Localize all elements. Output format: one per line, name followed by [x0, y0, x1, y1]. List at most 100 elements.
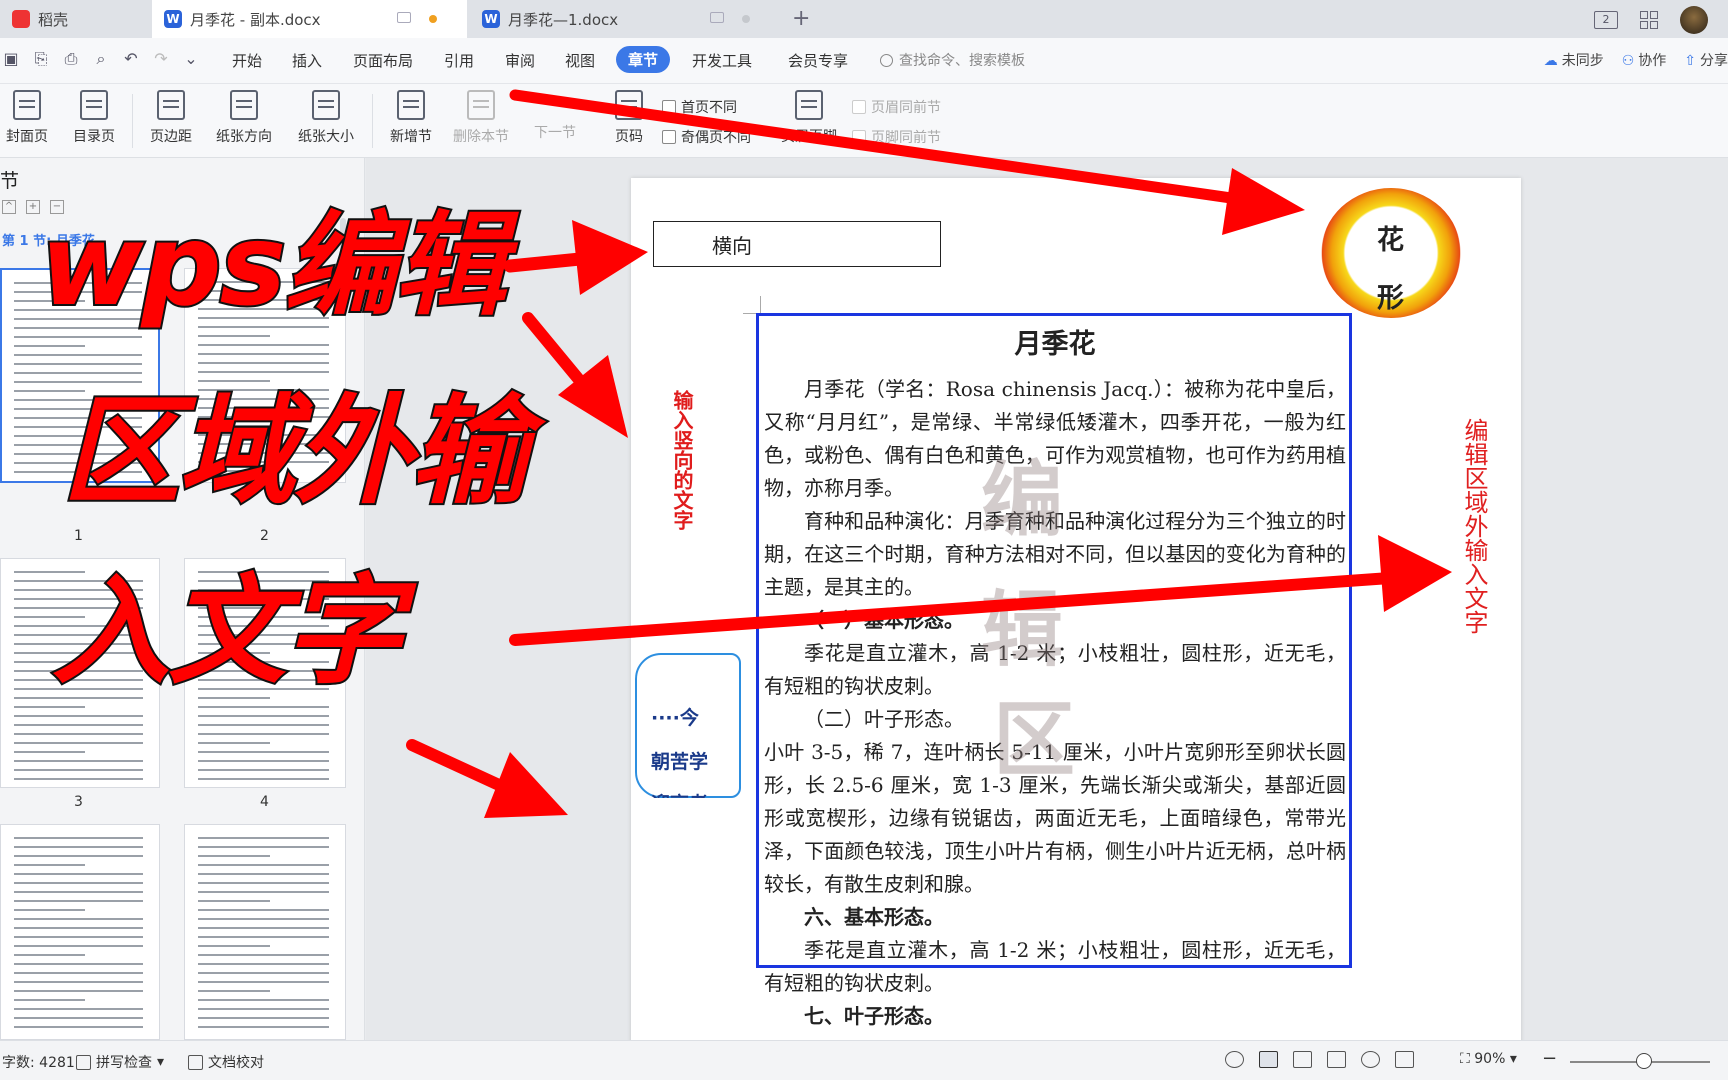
menu-page-layout[interactable]: 页面布局	[353, 50, 413, 71]
thumbnail-text-line	[13, 846, 144, 848]
thumbnail-text-line	[197, 760, 329, 762]
menu-insert[interactable]: 插入	[292, 50, 322, 71]
checkbox-icon	[662, 100, 676, 114]
menu-developer[interactable]: 开发工具	[692, 50, 752, 71]
thumbnail-text-line	[13, 918, 144, 920]
thumbnail-text-line	[13, 963, 144, 965]
margin-button[interactable]: 页边距	[142, 90, 200, 146]
cover-page-icon	[13, 90, 41, 120]
tab-document-copy[interactable]: W 月季花 - 副本.docx	[152, 0, 467, 38]
save-icon[interactable]: ▣	[2, 50, 20, 68]
zoom-dropdown[interactable]: ⛶ 90% ▾	[1460, 1051, 1517, 1067]
delete-section-button[interactable]: 删除本节	[448, 90, 514, 146]
tab-document-1[interactable]: W 月季花—1.docx	[470, 0, 780, 38]
flower-badge[interactable]: 花 形	[1311, 188, 1461, 318]
tab-daoke[interactable]: 稻壳	[0, 0, 152, 38]
watermark-char-2: 辑	[981, 582, 1064, 678]
toc-page-button[interactable]: 目录页	[64, 90, 124, 146]
new-tab-plus-icon[interactable]: +	[792, 6, 810, 31]
thumbnail-text-line	[197, 954, 329, 956]
new-section-button[interactable]: 新增节	[382, 90, 440, 146]
status-bar: 字数: 4281 拼写检查 ▾ 文档校对 ⛶ 90% ▾ −	[0, 1040, 1728, 1080]
thumbnail-text-line	[197, 769, 329, 771]
thumbnail-text-line	[197, 751, 329, 753]
thumbnail-text-line	[13, 891, 144, 893]
menu-review[interactable]: 审阅	[505, 50, 535, 71]
share-label: 分享	[1700, 53, 1728, 69]
web-view-icon[interactable]	[1361, 1051, 1380, 1068]
spell-check-button[interactable]: 拼写检查 ▾	[76, 1052, 164, 1072]
word-count[interactable]: 字数: 4281	[2, 1052, 75, 1072]
vertical-text-box-right[interactable]: 编辑区域外输入文字	[1459, 418, 1489, 634]
word-doc-icon: W	[164, 10, 182, 28]
apps-grid-icon[interactable]	[1640, 11, 1658, 29]
export-icon[interactable]: ⎘	[32, 50, 50, 68]
menu-section[interactable]: 章节	[616, 46, 671, 73]
menu-member[interactable]: 会员专享	[788, 50, 848, 71]
proofread-button[interactable]: 文档校对	[188, 1052, 264, 1072]
footer-same-as-previous-checkbox[interactable]: 页脚同前节	[852, 127, 941, 147]
thumbnail-text-line	[13, 990, 144, 992]
thumbnail-text-line	[197, 945, 270, 947]
collapse-icon[interactable]: ^	[2, 200, 16, 214]
horizontal-text-box[interactable]: 横向	[653, 221, 941, 267]
page-thumbnail-6[interactable]	[184, 824, 346, 1040]
thumbnail-text-line	[13, 837, 144, 839]
redo-icon[interactable]: ↷	[152, 50, 170, 68]
print-icon[interactable]: ⎙	[62, 50, 80, 68]
first-page-different-checkbox[interactable]: 首页不同	[662, 97, 737, 117]
eye-protection-icon[interactable]	[1225, 1051, 1244, 1068]
add-section-icon[interactable]: +	[26, 200, 40, 214]
page-number-icon	[615, 90, 643, 120]
page-number-button[interactable]: 页码	[606, 90, 652, 146]
menu-start[interactable]: 开始	[232, 50, 262, 71]
reading-view-icon[interactable]	[1327, 1051, 1346, 1068]
thumbnail-text-line	[13, 954, 85, 956]
page-view-icon[interactable]	[1259, 1051, 1278, 1068]
outline-view-icon[interactable]	[1293, 1051, 1312, 1068]
menu-references[interactable]: 引用	[444, 50, 474, 71]
command-search[interactable]: 查找命令、搜索模板	[880, 50, 1025, 70]
header-same-label: 页眉同前节	[871, 100, 941, 116]
collaborate-button[interactable]: ⚇ 协作	[1622, 50, 1667, 70]
thumbnail-text-line	[13, 1008, 144, 1010]
thumbnail-text-line	[197, 1008, 329, 1010]
thumbnail-text-line	[13, 769, 144, 771]
page-thumbnail-5[interactable]	[0, 824, 160, 1040]
paper-size-button[interactable]: 纸张大小	[290, 90, 362, 146]
zoom-slider-handle[interactable]	[1636, 1053, 1652, 1069]
header-footer-button[interactable]: 页眉页脚	[776, 90, 842, 146]
header-same-as-previous-checkbox[interactable]: 页眉同前节	[852, 97, 941, 117]
odd-even-different-label: 奇偶页不同	[681, 130, 751, 146]
zoom-out-icon[interactable]: −	[1542, 1048, 1557, 1069]
write-mode-icon[interactable]	[1395, 1051, 1414, 1068]
vertical-text-box-left[interactable]: 输入竖向的文字	[669, 390, 694, 530]
window-layout-icon[interactable]: 2	[1594, 11, 1618, 29]
thumbnail-text-line	[13, 909, 85, 911]
thumbnail-text-line	[13, 981, 144, 983]
thumbnail-text-line	[13, 936, 144, 938]
paper-size-label: 纸张大小	[298, 129, 354, 145]
user-avatar[interactable]	[1680, 6, 1708, 34]
menu-view[interactable]: 视图	[565, 50, 595, 71]
thumbnail-text-line	[13, 715, 144, 717]
cover-page-button[interactable]: 封面页	[0, 90, 54, 146]
document-page[interactable]: 横向 输入竖向的文字 花 形 ····今 朝苦学 迎高考 月季花 月季花（学名：…	[631, 178, 1521, 1040]
next-section-button[interactable]: 下一节	[520, 122, 590, 142]
thumbnail-text-line	[197, 715, 329, 717]
toc-page-icon	[80, 90, 108, 120]
page-number-4: 4	[260, 794, 269, 810]
share-icon: ⇧	[1684, 53, 1696, 69]
quick-access-dropdown-icon[interactable]: ⌄	[182, 50, 200, 68]
decorative-card[interactable]: ····今 朝苦学 迎高考	[631, 653, 741, 798]
print-preview-icon[interactable]: ⌕	[92, 50, 110, 68]
share-button[interactable]: ⇧ 分享	[1684, 50, 1728, 70]
word-doc-icon: W	[482, 10, 500, 28]
checkbox-icon	[852, 130, 866, 144]
sync-status-button[interactable]: ☁ 未同步	[1544, 50, 1604, 70]
orientation-button[interactable]: 纸张方向	[208, 90, 280, 146]
flower-text-2: 形	[1377, 283, 1404, 314]
paper-size-icon	[312, 90, 340, 120]
undo-icon[interactable]: ↶	[122, 50, 140, 68]
odd-even-different-checkbox[interactable]: 奇偶页不同	[662, 127, 751, 147]
